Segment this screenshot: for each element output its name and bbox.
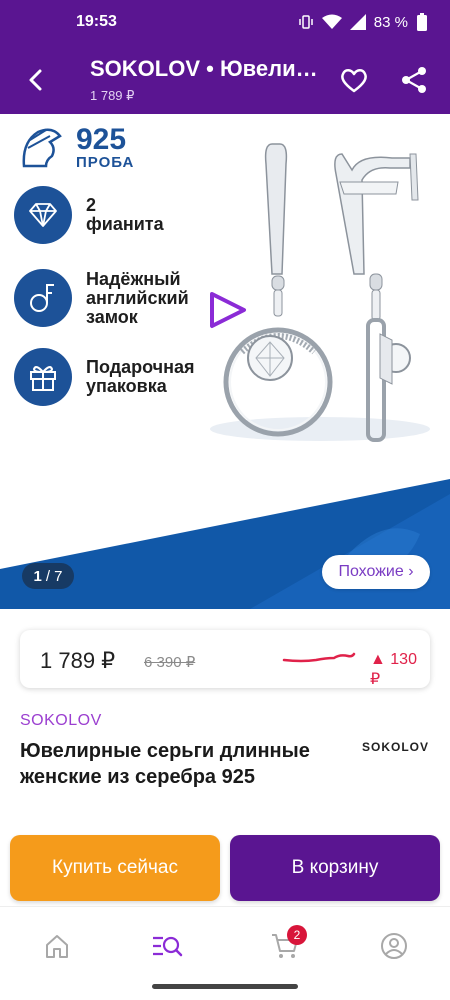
product-title: Ювелирные серьги длинные женские из сере… [20, 740, 310, 788]
cart-badge: 2 [287, 925, 307, 945]
feature-stones-text: 2 фианита [86, 195, 164, 234]
product-image-gallery[interactable]: 925 ПРОБА 2 фианита Надёжный английский … [0, 114, 450, 609]
buy-now-button[interactable]: Купить сейчас [10, 835, 220, 901]
nav-catalog[interactable] [147, 929, 187, 963]
profile-icon [381, 933, 407, 959]
price-card[interactable]: 1 789 ₽ 6 390 ₽ ▲ 130 ₽ [20, 630, 430, 688]
favorite-button[interactable] [336, 62, 372, 98]
feature-gift: Подарочная упаковка [14, 348, 195, 406]
brand-logo[interactable]: SOKOLOV [362, 740, 429, 754]
gallery-counter-total: / 7 [45, 567, 63, 585]
status-bar: 19:53 83 % [0, 0, 450, 44]
feature-stones: 2 фианита [14, 186, 164, 244]
share-icon [402, 67, 426, 93]
wifi-icon [321, 14, 342, 29]
catalog-search-icon [153, 936, 183, 957]
home-icon [46, 935, 68, 958]
app-bar: SOKOLOV • Ювелирные серьги 1 789 ₽ [0, 44, 450, 114]
current-price: 1 789 ₽ [40, 648, 116, 673]
battery-icon [417, 13, 427, 31]
similar-button[interactable]: Похожие › [322, 555, 430, 589]
battery-text: 83 % [373, 13, 408, 31]
feature-lock: Надёжный английский замок [14, 269, 189, 327]
feature-gift-text: Подарочная упаковка [86, 357, 195, 396]
status-time: 19:53 [76, 13, 117, 30]
gift-icon [14, 348, 72, 406]
nav-profile[interactable] [374, 929, 414, 963]
price-trend-icon [282, 652, 356, 663]
status-icons: 83 % [298, 12, 428, 32]
nav-home[interactable] [37, 929, 77, 963]
back-button[interactable] [18, 62, 54, 98]
add-to-cart-button[interactable]: В корзину [230, 835, 440, 901]
probe-badge: 925 ПРОБА [16, 122, 134, 174]
hermes-head-icon [22, 128, 62, 168]
probe-number: 925 [76, 122, 127, 156]
share-button[interactable] [396, 62, 432, 98]
probe-label: ПРОБА [76, 153, 135, 171]
nav-cart[interactable]: 2 [265, 925, 307, 963]
product-earrings-image [223, 143, 419, 442]
gallery-counter: 1 / 7 [22, 563, 74, 589]
old-price: 6 390 ₽ [144, 654, 196, 671]
app-subtitle-price: 1 789 ₽ [90, 88, 135, 103]
heart-icon [341, 69, 367, 93]
gallery-counter-current: 1 [33, 567, 42, 585]
diamond-icon [14, 186, 72, 244]
vibrate-icon [299, 15, 313, 29]
lock-icon [14, 269, 72, 327]
gesture-bar[interactable] [152, 984, 298, 989]
signal-icon [349, 14, 366, 30]
feature-lock-text: Надёжный английский замок [86, 268, 189, 327]
price-change: ▲ 130 ₽ [370, 651, 417, 688]
play-video-icon[interactable] [206, 290, 250, 330]
arrow-left-icon [29, 69, 42, 91]
app-title: SOKOLOV • Ювелирные серьги [90, 56, 326, 81]
brand-link[interactable]: SOKOLOV [20, 712, 102, 730]
